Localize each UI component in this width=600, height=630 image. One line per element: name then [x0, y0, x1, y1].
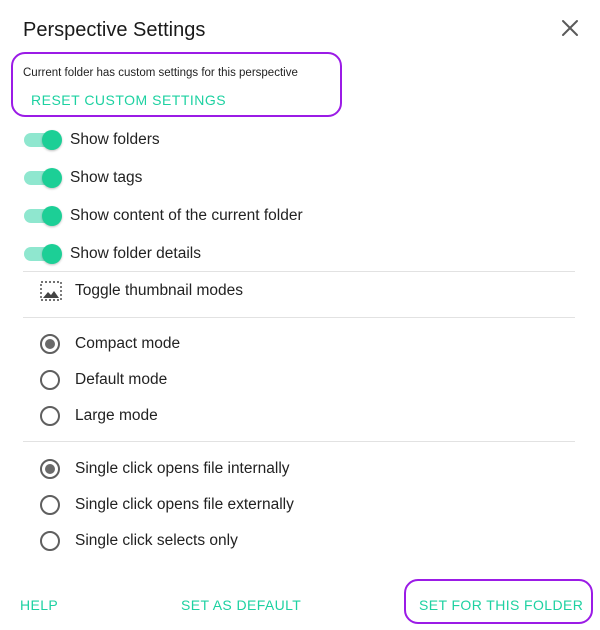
radio-label: Single click opens file internally	[75, 460, 290, 477]
set-as-default-button[interactable]: SET AS DEFAULT	[181, 597, 301, 613]
switch-show-folders[interactable]: Show folders	[24, 128, 160, 152]
divider	[23, 317, 575, 318]
radio-button-checked[interactable]	[40, 334, 60, 354]
toggle-switch[interactable]	[24, 204, 62, 228]
radio-label: Compact mode	[75, 335, 181, 352]
divider	[23, 441, 575, 442]
switch-show-folder-details[interactable]: Show folder details	[24, 242, 201, 266]
divider	[23, 271, 575, 272]
close-button[interactable]	[558, 16, 582, 40]
switch-label: Show folder details	[70, 245, 201, 262]
switch-show-content[interactable]: Show content of the current folder	[24, 204, 303, 228]
custom-settings-notice: Current folder has custom settings for t…	[23, 67, 298, 79]
toggle-switch[interactable]	[24, 242, 62, 266]
reset-custom-settings-button[interactable]: RESET CUSTOM SETTINGS	[31, 92, 226, 108]
help-button[interactable]: HELP	[20, 597, 58, 613]
switch-label: Show tags	[70, 169, 143, 186]
toggle-switch[interactable]	[24, 128, 62, 152]
toggle-switch[interactable]	[24, 166, 62, 190]
radio-button[interactable]	[40, 406, 60, 426]
switch-label: Show folders	[70, 131, 160, 148]
switch-show-tags[interactable]: Show tags	[24, 166, 142, 190]
radio-label: Default mode	[75, 371, 168, 388]
set-for-this-folder-button[interactable]: SET FOR THIS FOLDER	[419, 597, 583, 613]
radio-label: Large mode	[75, 407, 158, 424]
dialog-title: Perspective Settings	[23, 19, 206, 41]
image-frame-icon	[40, 281, 62, 301]
close-icon	[562, 20, 578, 36]
radio-button[interactable]	[40, 531, 60, 551]
radio-button[interactable]	[40, 370, 60, 390]
radio-button[interactable]	[40, 495, 60, 515]
radio-button-checked[interactable]	[40, 459, 60, 479]
thumbnail-label: Toggle thumbnail modes	[75, 282, 244, 299]
radio-label: Single click selects only	[75, 532, 238, 549]
switch-label: Show content of the current folder	[70, 207, 303, 224]
perspective-settings-dialog: Perspective Settings Current folder has …	[0, 0, 600, 630]
radio-label: Single click opens file externally	[75, 496, 294, 513]
